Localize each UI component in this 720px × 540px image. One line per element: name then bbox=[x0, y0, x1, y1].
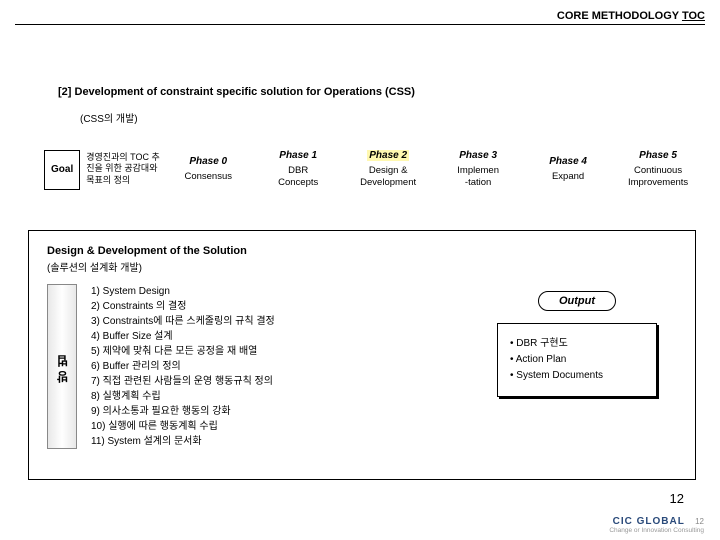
phase-head: Phase 5 bbox=[616, 150, 700, 161]
phase-body: DBRConcepts bbox=[256, 165, 340, 190]
phase-1: Phase 1 DBRConcepts bbox=[256, 150, 340, 190]
section-title: [2] Development of constraint specific s… bbox=[58, 86, 415, 98]
page-number-small: 12 bbox=[695, 517, 704, 526]
footer-logo: CIC GLOBAL bbox=[613, 516, 685, 527]
footer-tagline: Change or Innovation Consulting bbox=[609, 527, 704, 534]
phase-body: Consensus bbox=[166, 171, 250, 183]
phase-head: Phase 1 bbox=[256, 150, 340, 161]
header-title: CORE METHODOLOGY bbox=[557, 10, 679, 22]
phase-body: Expand bbox=[526, 171, 610, 183]
solution-title: Design & Development of the Solution bbox=[47, 245, 677, 257]
footer: CIC GLOBAL 12 Change or Innovation Consu… bbox=[609, 516, 704, 534]
phase-strip: Goal 경영진과의 TOC 추진을 위한 공감대와 목표의 정의 Phase … bbox=[44, 150, 700, 190]
phase-5: Phase 5 ContinuousImprovements bbox=[616, 150, 700, 190]
solution-box: Design & Development of the Solution (솔루… bbox=[28, 230, 696, 480]
phase-2: Phase 2 Design &Development bbox=[346, 150, 430, 190]
goal-text: 경영진과의 TOC 추진을 위한 공감대와 목표의 정의 bbox=[86, 150, 160, 190]
solution-subtitle: (솔루션의 설계화 개발) bbox=[47, 259, 677, 274]
page-header: CORE METHODOLOGY TOC bbox=[15, 10, 705, 25]
section-subtitle: (CSS의 개발) bbox=[80, 110, 138, 125]
goal-label-box: Goal bbox=[44, 150, 80, 190]
method-label-box: 방법 bbox=[47, 284, 77, 449]
output-item: • DBR 구현도 bbox=[510, 336, 644, 352]
output-label: Output bbox=[538, 291, 616, 311]
output-box: • DBR 구현도 • Action Plan • System Documen… bbox=[497, 323, 657, 397]
output-item: • System Documents bbox=[510, 368, 644, 384]
phase-4: Phase 4 Expand bbox=[526, 150, 610, 190]
phase-body: ContinuousImprovements bbox=[616, 165, 700, 190]
phase-body: Design &Development bbox=[346, 165, 430, 190]
page-number-large: 12 bbox=[670, 491, 684, 506]
phase-head: Phase 3 bbox=[436, 150, 520, 161]
goal-label: Goal bbox=[51, 164, 73, 175]
method-label: 방법 bbox=[54, 351, 71, 383]
list-item: 11) System 설계의 문서화 bbox=[91, 434, 677, 449]
phase-0: Phase 0 Consensus bbox=[166, 150, 250, 190]
phase-body: Implemen-tation bbox=[436, 165, 520, 190]
phase-head: Phase 4 bbox=[526, 156, 610, 167]
phase-head: Phase 2 bbox=[346, 150, 430, 161]
list-item: 9) 의사소통과 필요한 행동의 강화 bbox=[91, 404, 677, 419]
output-item: • Action Plan bbox=[510, 352, 644, 368]
output-area: Output • DBR 구현도 • Action Plan • System … bbox=[497, 291, 657, 397]
phase-3: Phase 3 Implemen-tation bbox=[436, 150, 520, 190]
header-toc: TOC bbox=[682, 10, 705, 22]
phase-head: Phase 0 bbox=[166, 156, 250, 167]
list-item: 10) 실행에 따른 행동계획 수립 bbox=[91, 419, 677, 434]
output-label-wrap: Output bbox=[497, 291, 657, 311]
